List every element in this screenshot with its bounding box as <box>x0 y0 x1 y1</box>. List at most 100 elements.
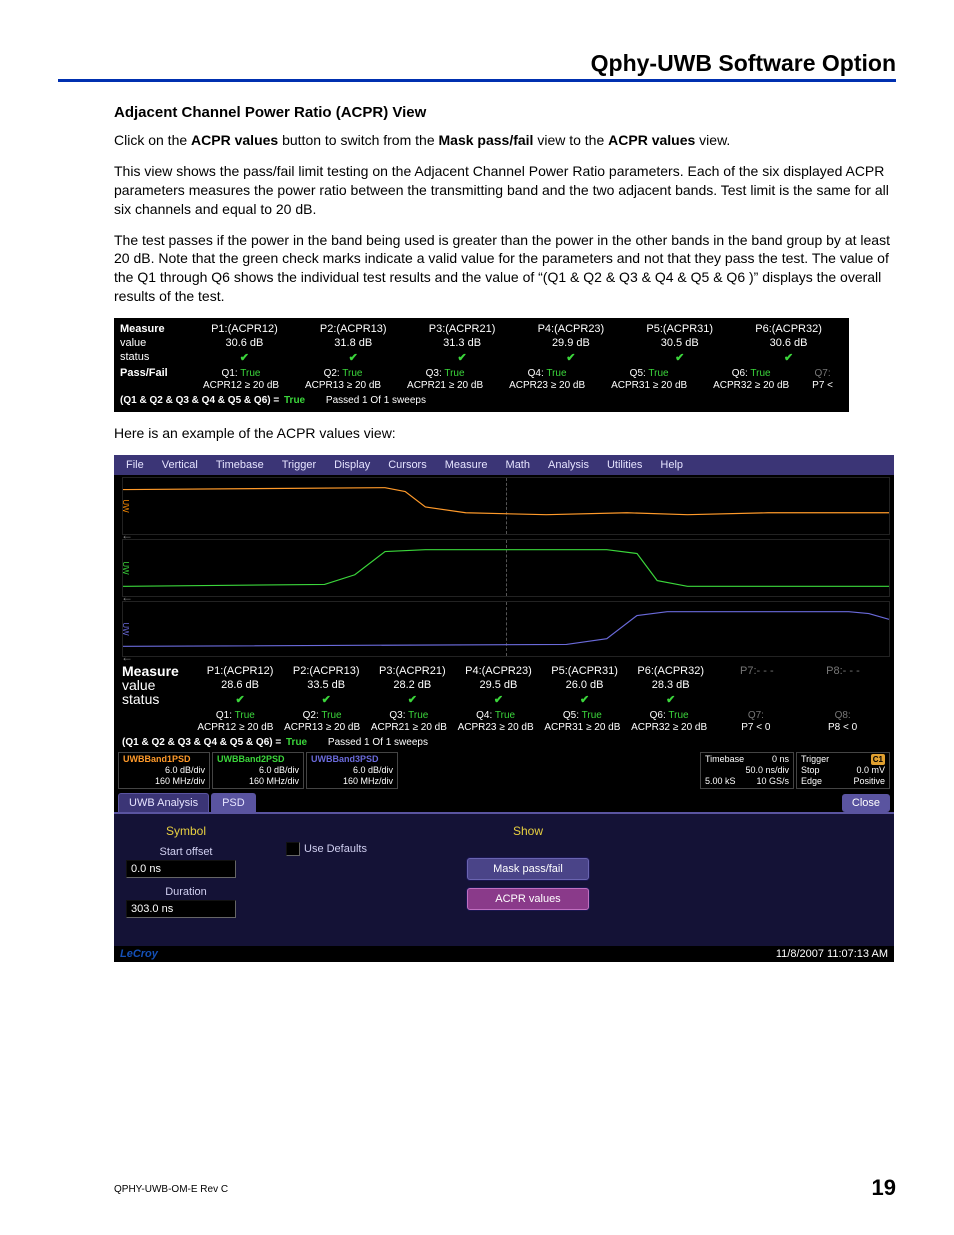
waveform-3 <box>123 602 889 656</box>
timebase-div: 50.0 ns/div <box>745 765 789 776</box>
use-defaults-label: Use Defaults <box>304 843 367 855</box>
channel-box-3[interactable]: UWBBand3PSD 6.0 dB/div 160 MHz/div <box>306 752 398 789</box>
menu-bar: File Vertical Timebase Trigger Display C… <box>114 455 894 475</box>
menu-cursors[interactable]: Cursors <box>388 459 427 471</box>
paragraph-3: The test passes if the power in the band… <box>114 231 896 307</box>
close-button[interactable]: Close <box>842 794 890 812</box>
menu-file[interactable]: File <box>126 459 144 471</box>
scope-panel: File Vertical Timebase Trigger Display C… <box>114 455 894 962</box>
channel-value: 6.0 dB/div <box>123 765 205 776</box>
scope-measure-block: Measure P1:(ACPR12) P2:(ACPR13) P3:(ACPR… <box>114 660 894 750</box>
meas-header: P4:(ACPR23) <box>455 665 541 677</box>
text-bold: Mask pass/fail <box>439 132 534 148</box>
pf-q: True <box>342 368 362 379</box>
meas-value: 30.6 dB <box>190 337 299 349</box>
passfail-label: Pass/Fail <box>122 707 192 723</box>
meas-value: 30.5 dB <box>625 337 734 349</box>
passfail-label: Pass/Fail <box>120 367 190 379</box>
menu-vertical[interactable]: Vertical <box>162 459 198 471</box>
menu-display[interactable]: Display <box>334 459 370 471</box>
meas-header: P8:- - - <box>800 665 886 677</box>
waveform-area[interactable]: UW ← UW ← UW ← <box>114 475 894 660</box>
menu-measure[interactable]: Measure <box>445 459 488 471</box>
meas-value: 28.2 dB <box>369 679 455 691</box>
pf-cond: ACPR32 ≥ 20 dB <box>700 380 802 393</box>
value-label: value <box>120 337 190 349</box>
measure-label: Measure <box>120 323 190 335</box>
acpr-values-button[interactable]: ACPR values <box>467 888 589 910</box>
status-label: status <box>122 691 197 707</box>
tab-uwb-analysis[interactable]: UWB Analysis <box>118 793 209 812</box>
tab-psd[interactable]: PSD <box>211 793 256 812</box>
menu-utilities[interactable]: Utilities <box>607 459 642 471</box>
menu-analysis[interactable]: Analysis <box>548 459 589 471</box>
trigger-type: Edge <box>801 776 822 787</box>
pf-cond: ACPR31 ≥ 20 dB <box>539 722 626 735</box>
paragraph-2: This view shows the pass/fail limit test… <box>114 162 896 219</box>
check-icon: ✔ <box>580 693 589 706</box>
pf-q: True <box>240 368 260 379</box>
duration-input[interactable]: 303.0 ns <box>126 900 236 918</box>
pf-cond: ACPR13 ≥ 20 dB <box>279 722 366 735</box>
overall-value: True <box>286 737 307 748</box>
text: Click on the <box>114 132 191 148</box>
brand-row: LeCroy 11/8/2007 11:07:13 AM <box>114 946 894 962</box>
pf-cond: ACPR21 ≥ 20 dB <box>366 722 453 735</box>
symbol-heading: Symbol <box>166 824 206 838</box>
channel-value: 6.0 dB/div <box>311 765 393 776</box>
waveform-track-1[interactable]: UW ← <box>122 477 890 535</box>
paragraph-4: Here is an example of the ACPR values vi… <box>114 424 896 443</box>
pf-cond: ACPR21 ≥ 20 dB <box>394 380 496 393</box>
pf-q7: Q7: <box>802 368 843 379</box>
meas-header: P5:(ACPR31) <box>625 323 734 335</box>
text: view. <box>695 132 730 148</box>
meas-header: P7:- - - <box>714 665 800 677</box>
show-heading: Show <box>513 824 543 838</box>
channel-title: UWBBand2PSD <box>217 754 299 765</box>
acpr-mini-panel: Measure P1:(ACPR12) P2:(ACPR13) P3:(ACPR… <box>114 318 849 412</box>
pf-cond: ACPR12 ≥ 20 dB <box>190 380 292 393</box>
meas-value: 28.3 dB <box>628 679 714 691</box>
mask-passfail-button[interactable]: Mask pass/fail <box>467 858 589 880</box>
use-defaults-checkbox[interactable]: Use Defaults <box>286 842 367 856</box>
pf-cond: ACPR12 ≥ 20 dB <box>192 722 279 735</box>
trigger-slope: Positive <box>853 776 885 787</box>
meas-value: 31.8 dB <box>299 337 408 349</box>
meas-header: P2:(ACPR13) <box>283 665 369 677</box>
waveform-track-2[interactable]: UW ← <box>122 539 890 597</box>
meas-header: P6:(ACPR32) <box>628 665 714 677</box>
overall-label: (Q1 & Q2 & Q3 & Q4 & Q5 & Q6) = <box>122 737 281 748</box>
timestamp: 11/8/2007 11:07:13 AM <box>776 948 888 960</box>
channel-box-1[interactable]: UWBBand1PSD 6.0 dB/div 160 MHz/div <box>118 752 210 789</box>
timebase-title: Timebase <box>705 754 744 765</box>
trigger-box[interactable]: TriggerC1 Stop0.0 mV EdgePositive <box>796 752 890 789</box>
check-icon: ✔ <box>675 351 684 364</box>
pf-q: True <box>546 368 566 379</box>
channel-box-2[interactable]: UWBBand2PSD 6.0 dB/div 160 MHz/div <box>212 752 304 789</box>
meas-value: 26.0 dB <box>542 679 628 691</box>
menu-trigger[interactable]: Trigger <box>282 459 316 471</box>
meas-header: P1:(ACPR12) <box>197 665 283 677</box>
meas-header: P6:(ACPR32) <box>734 323 843 335</box>
meas-header: P2:(ACPR13) <box>299 323 408 335</box>
meas-header: P3:(ACPR21) <box>408 323 517 335</box>
brand-logo: LeCroy <box>120 948 158 960</box>
menu-math[interactable]: Math <box>506 459 530 471</box>
meas-value: 31.3 dB <box>408 337 517 349</box>
tabs-row: UWB Analysis PSD Close <box>114 791 894 812</box>
timebase-offset: 0 ns <box>772 754 789 765</box>
pf-cond: P8 < 0 <box>799 722 886 735</box>
meas-value: 29.5 dB <box>455 679 541 691</box>
pf-p7: P7 < <box>802 380 843 393</box>
footer-revision: QPHY-UWB-OM-E Rev C <box>114 1184 228 1195</box>
menu-help[interactable]: Help <box>660 459 683 471</box>
timebase-box[interactable]: Timebase0 ns 50.0 ns/div 5.00 kS10 GS/s <box>700 752 794 789</box>
overall-tail: Passed 1 Of 1 sweeps <box>326 395 426 406</box>
paragraph-1: Click on the ACPR values button to switc… <box>114 131 896 150</box>
menu-timebase[interactable]: Timebase <box>216 459 264 471</box>
status-label: status <box>120 351 190 363</box>
overall-row: (Q1 & Q2 & Q3 & Q4 & Q5 & Q6) = True Pas… <box>122 737 886 748</box>
waveform-track-3[interactable]: UW ← <box>122 601 890 657</box>
overall-value: True <box>284 395 305 406</box>
start-offset-input[interactable]: 0.0 ns <box>126 860 236 878</box>
